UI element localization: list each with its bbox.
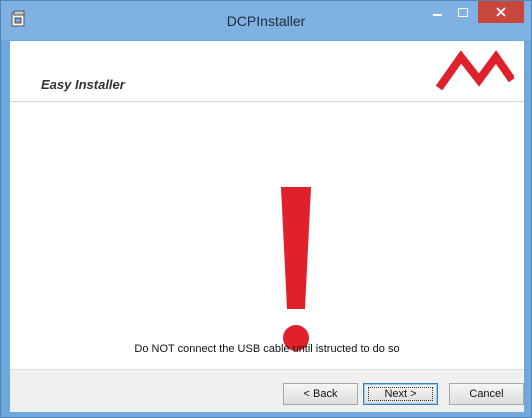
brand-logo [436,50,514,91]
button-bar: < Back Next > Cancel [10,369,524,412]
warning-message: Do NOT connect the USB cable until istru… [134,343,400,355]
header-title: Easy Installer [41,77,125,92]
wizard-content [10,102,524,367]
maximize-icon [458,7,468,17]
title-bar[interactable]: DCPInstaller [1,1,531,40]
minimize-button[interactable] [424,1,450,23]
minimize-icon [432,14,442,16]
dialog-client-area: Easy Installer Do NOT connect the USB ca… [10,41,524,412]
next-button[interactable]: Next > [363,383,438,405]
wizard-header: Easy Installer [10,41,524,102]
close-icon [496,7,506,17]
installer-window: DCPInstaller Easy Installer Do NOT conne [0,0,532,418]
close-button[interactable] [478,1,524,23]
back-button[interactable]: < Back [283,383,358,405]
cancel-button[interactable]: Cancel [449,383,524,405]
installer-icon[interactable] [10,10,28,28]
maximize-button[interactable] [450,1,476,23]
focus-rectangle [368,387,433,401]
exclamation-warning-icon [281,187,311,351]
